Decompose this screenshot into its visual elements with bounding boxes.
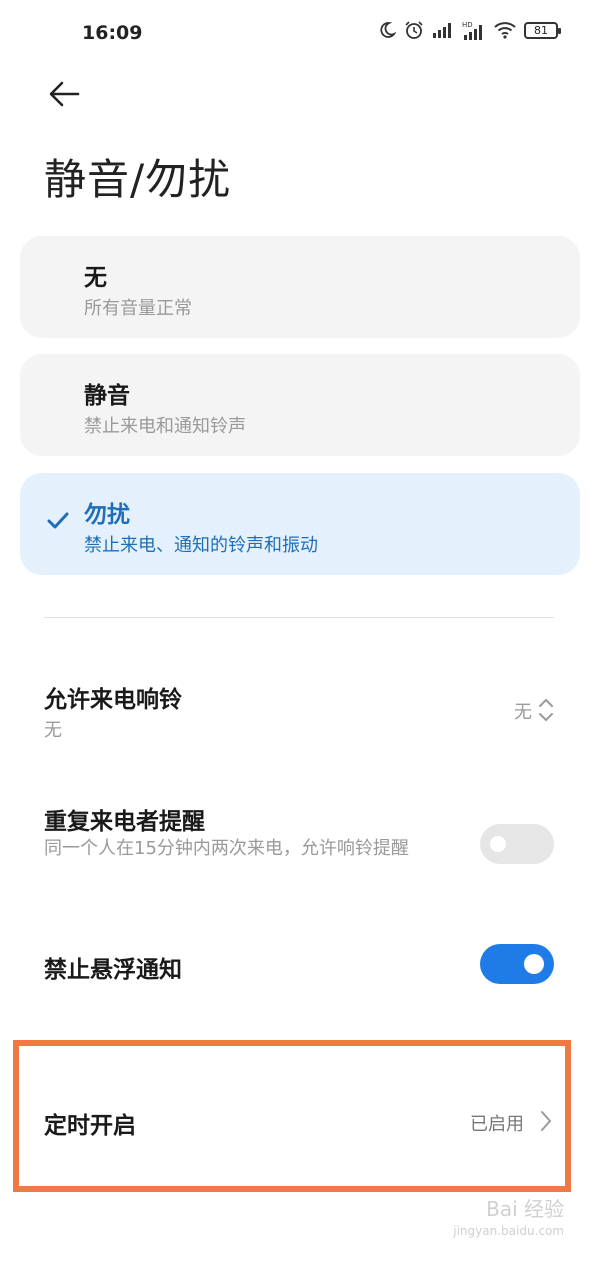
watermark-main: Bai 经验	[486, 1197, 564, 1221]
repeat-callers-row: 重复来电者提醒 同一个人在15分钟内两次来电，允许响铃提醒	[0, 792, 598, 902]
battery-icon: 81	[524, 21, 561, 39]
checkmark-icon	[47, 512, 69, 529]
signal-icon	[433, 23, 451, 38]
hd-signal-icon: HD	[462, 21, 482, 40]
divider	[44, 617, 554, 618]
mode-card-silent[interactable]: 静音 禁止来电和通知铃声	[20, 354, 580, 456]
status-icons: HD 81	[378, 20, 561, 40]
allow-calls-value: 无	[514, 702, 532, 723]
arrow-left-icon[interactable]	[44, 74, 84, 114]
mode-subtitle: 所有音量正常	[84, 298, 192, 319]
repeat-callers-toggle[interactable]	[480, 824, 554, 864]
allow-calls-row[interactable]: 允许来电响铃 无 无	[0, 670, 598, 760]
chevron-updown-icon	[539, 698, 553, 722]
status-time: 16:09	[82, 22, 143, 44]
page-title: 静音/勿扰	[44, 155, 232, 204]
allow-calls-subtitle: 无	[44, 720, 62, 741]
svg-text:HD: HD	[462, 21, 473, 29]
allow-calls-title: 允许来电响铃	[44, 687, 182, 713]
mode-title: 无	[84, 265, 107, 291]
mode-subtitle: 禁止来电和通知铃声	[84, 416, 246, 437]
repeat-callers-title: 重复来电者提醒	[44, 809, 205, 835]
mode-card-dnd[interactable]: 勿扰 禁止来电、通知的铃声和振动	[20, 473, 580, 575]
repeat-callers-subtitle: 同一个人在15分钟内两次来电，允许响铃提醒	[44, 838, 409, 859]
mode-card-none[interactable]: 无 所有音量正常	[20, 236, 580, 338]
wifi-icon	[494, 22, 516, 39]
highlight-box	[13, 1040, 571, 1192]
moon-icon	[380, 22, 396, 38]
mode-subtitle: 禁止来电、通知的铃声和振动	[84, 535, 318, 556]
mode-title: 勿扰	[84, 502, 130, 528]
watermark: Bai 经验 jingyan.baidu.com	[453, 1198, 564, 1242]
watermark-sub: jingyan.baidu.com	[453, 1224, 564, 1238]
alarm-icon	[405, 21, 423, 39]
block-floating-title: 禁止悬浮通知	[44, 957, 182, 983]
mode-title: 静音	[84, 383, 130, 409]
block-floating-row: 禁止悬浮通知	[0, 940, 598, 1000]
block-floating-toggle[interactable]	[480, 944, 554, 984]
